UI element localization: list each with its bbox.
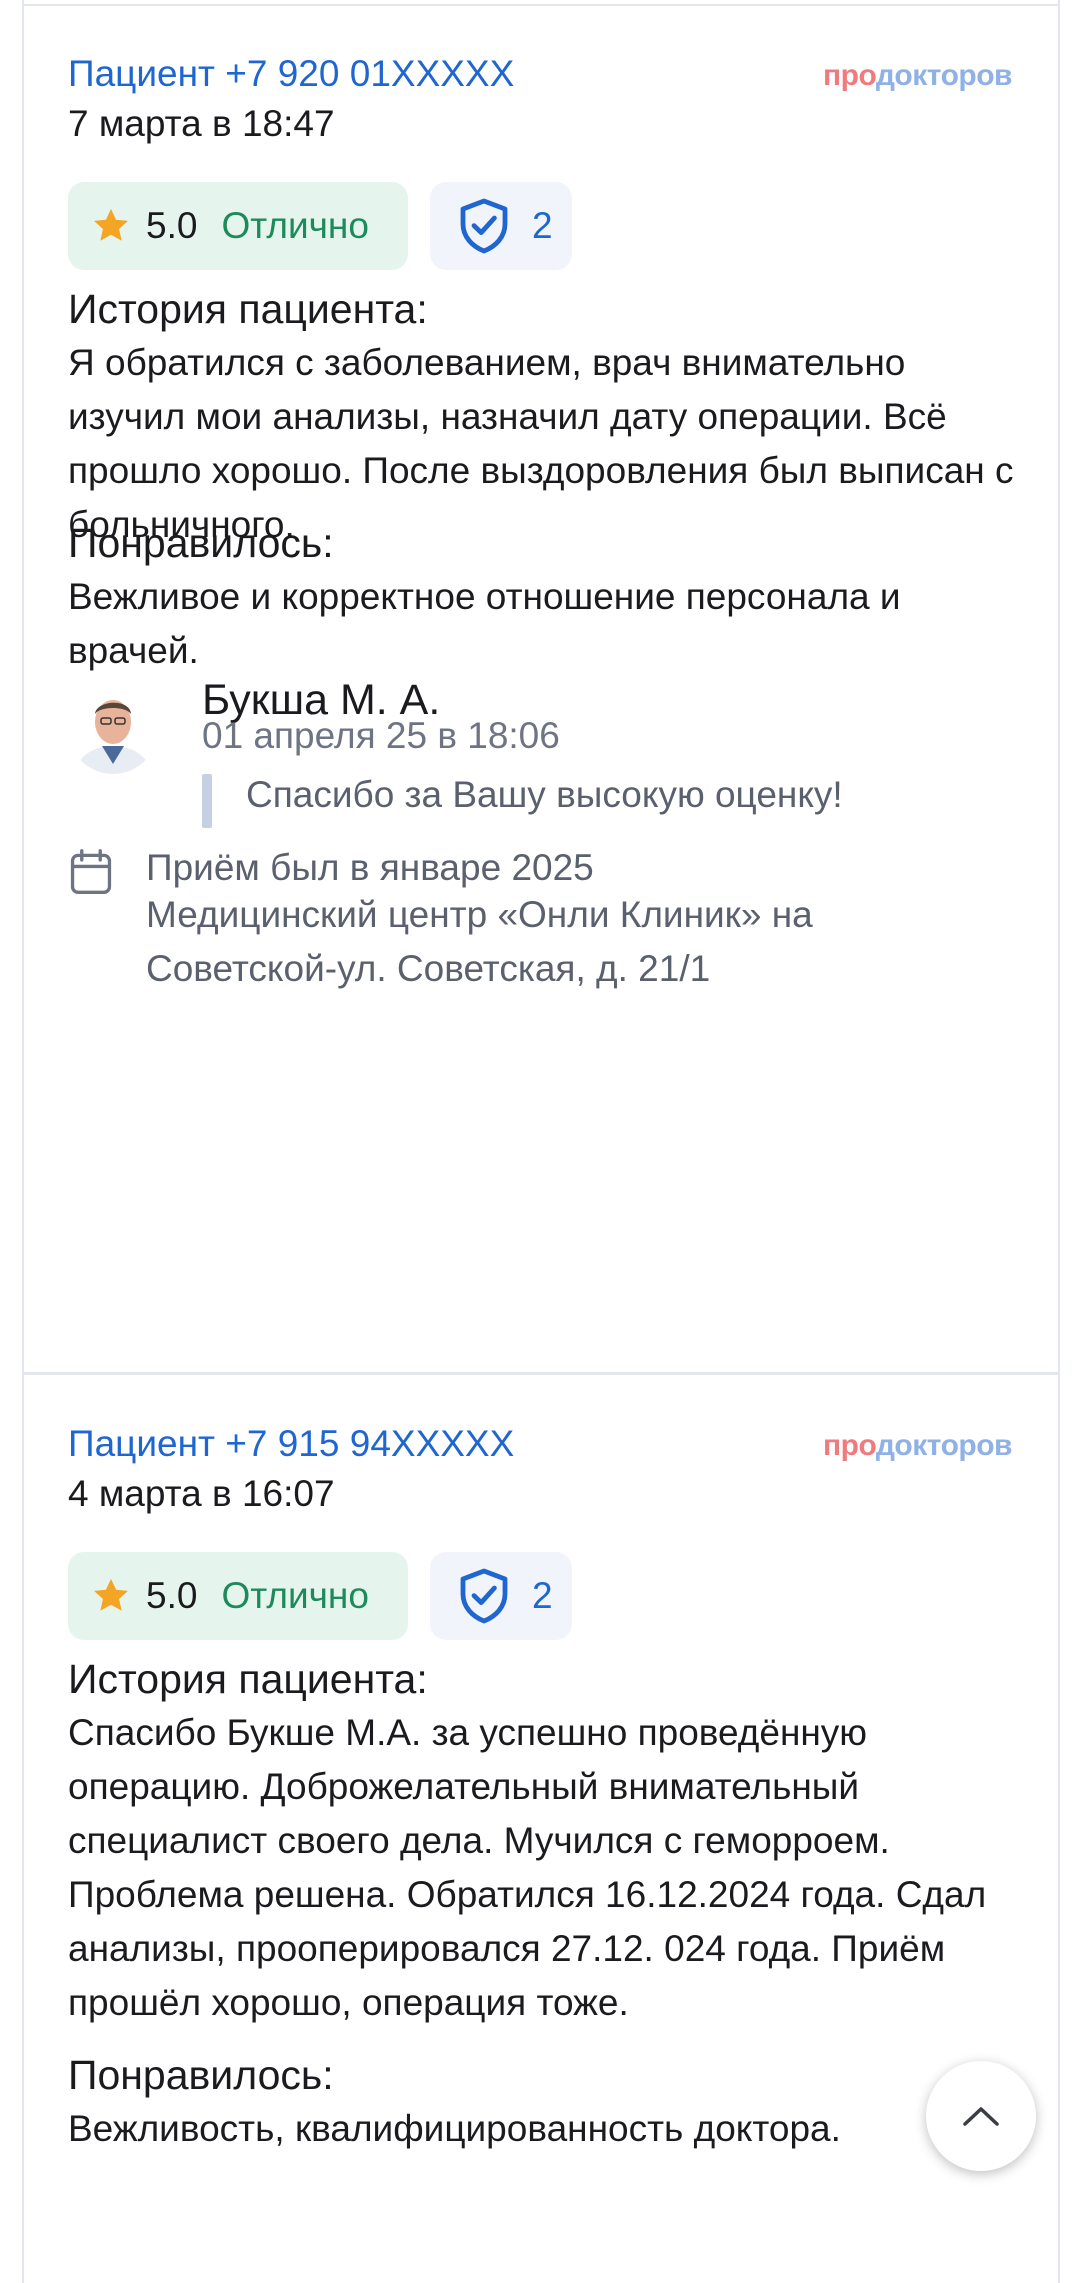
verification-badge[interactable]: 2 (430, 182, 572, 270)
reply-quote-bar (202, 774, 212, 828)
card-left-border (22, 0, 24, 2283)
review-card: Пациент +7 915 94XXXXX продокторов 4 мар… (68, 1422, 1013, 2283)
brand-part-pro: про (823, 1429, 876, 1462)
scroll-to-top-button[interactable] (926, 2061, 1036, 2171)
brand-part-doc: докторов (875, 1429, 1013, 1462)
liked-text: Вежливость, квалифицированность доктора. (68, 2108, 841, 2149)
appointment-date: Приём был в январе 2025 (146, 847, 594, 888)
verification-count: 2 (532, 205, 553, 246)
rating-value: 5.0 (146, 205, 198, 246)
calendar-icon (70, 849, 112, 894)
star-icon (94, 208, 128, 241)
brand-part-pro: про (823, 59, 876, 92)
review-divider (22, 1372, 1060, 1375)
shield-check-icon (460, 198, 508, 254)
card-right-border (1058, 0, 1060, 2283)
liked-title: Понравилось: (68, 2052, 334, 2098)
rating-badge[interactable]: 5.0 Отлично (68, 182, 408, 270)
reply-date: 01 апреля 25 в 18:06 (202, 715, 560, 756)
reply-text: Спасибо за Вашу высокую оценку! (246, 774, 843, 815)
review-author-link[interactable]: Пациент +7 920 01XXXXX (68, 52, 514, 96)
reviews-page: Пациент +7 920 01XXXXX продокторов 7 мар… (0, 0, 1080, 2283)
history-title: История пациента: (68, 286, 428, 332)
chevron-up-icon (963, 2107, 999, 2126)
rating-word: Отлично (221, 205, 369, 246)
history-text: Спасибо Букше М.А. за успешно проведённу… (68, 1712, 987, 2023)
rating-value: 5.0 (146, 1575, 198, 1616)
doctor-avatar (68, 684, 158, 774)
star-icon (94, 1578, 128, 1611)
verification-count: 2 (532, 1575, 553, 1616)
prodoktorov-logo[interactable]: продокторов (823, 58, 1012, 94)
appointment-clinic[interactable]: Медицинский центр «Онли Клиник» на Совет… (146, 888, 986, 996)
history-title: История пациента: (68, 1656, 428, 1702)
liked-title: Понравилось: (68, 520, 334, 566)
review-author-link[interactable]: Пациент +7 915 94XXXXX (68, 1422, 514, 1466)
prodoktorov-logo[interactable]: продокторов (823, 1428, 1012, 1464)
review-card: Пациент +7 920 01XXXXX продокторов 7 мар… (68, 52, 1014, 1352)
card-top-border (22, 4, 1060, 6)
liked-text: Вежливое и корректное отношение персонал… (68, 576, 901, 671)
rating-word: Отлично (221, 1575, 369, 1616)
rating-badge[interactable]: 5.0 Отлично (68, 1552, 408, 1640)
review-date: 4 марта в 16:07 (68, 1473, 335, 1514)
brand-part-doc: докторов (875, 59, 1013, 92)
review-date: 7 марта в 18:47 (68, 103, 335, 144)
shield-check-icon (460, 1568, 508, 1624)
verification-badge[interactable]: 2 (430, 1552, 572, 1640)
